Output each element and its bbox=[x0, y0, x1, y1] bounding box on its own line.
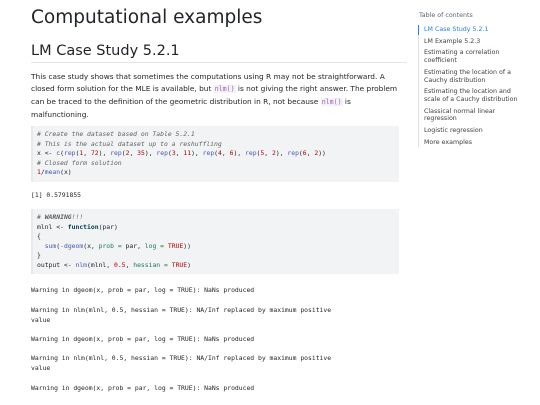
code-comment: # This is the actual dataset up to a res… bbox=[37, 139, 222, 148]
toc-item-lm-example-5-2-3[interactable]: LM Example 5.2.3 bbox=[419, 37, 528, 47]
toc-item-normal-regression[interactable]: Classical normal linear regression bbox=[419, 107, 528, 124]
section-title: LM Case Study 5.2.1 bbox=[31, 43, 180, 59]
inline-code-nlm-1: nlm() bbox=[213, 84, 236, 93]
warning-output-3: Warning in dgeom(x, prob = par, log = TR… bbox=[31, 335, 255, 343]
warning-output-4: Warning in nlm(mlnl, 0.5, hessian = TRUE… bbox=[31, 354, 332, 372]
inline-code-nlm-2: nlm() bbox=[320, 97, 343, 106]
warning-output-2: Warning in nlm(mlnl, 0.5, hessian = TRUE… bbox=[31, 306, 332, 324]
toc-list: LM Case Study 5.2.1 LM Example 5.2.3 Est… bbox=[418, 25, 528, 148]
toc-item-cauchy-location[interactable]: Estimating the location of a Cauchy dist… bbox=[419, 68, 528, 85]
output-mle: [1] 0.5791855 bbox=[31, 191, 401, 201]
intro-paragraph: This case study shows that sometimes the… bbox=[31, 71, 409, 121]
table-of-contents: Table of contents LM Case Study 5.2.1 LM… bbox=[418, 12, 528, 149]
toc-item-estimating-correlation[interactable]: Estimating a correlation coefficient bbox=[419, 48, 528, 65]
warning-output-1: Warning in dgeom(x, prob = par, log = TR… bbox=[31, 286, 255, 294]
warning-output-5: Warning in dgeom(x, prob = par, log = TR… bbox=[31, 384, 255, 392]
warning-comment: WARNING bbox=[44, 213, 72, 221]
toc-item-logistic-regression[interactable]: Logistic regression bbox=[419, 126, 528, 136]
code-block-nlm[interactable]: # WARNING!!! mlnl <- function(par) { sum… bbox=[31, 209, 399, 274]
code-comment: # Create the dataset based on Table 5.2.… bbox=[37, 130, 195, 138]
code-comment: # Closed form solution bbox=[37, 158, 122, 167]
code-block-dataset[interactable]: # Create the dataset based on Table 5.2.… bbox=[31, 126, 399, 182]
toc-item-cauchy-location-scale[interactable]: Estimating the location and scale of a C… bbox=[419, 87, 528, 104]
toc-title: Table of contents bbox=[419, 12, 473, 19]
page-title: Computational examples bbox=[31, 7, 263, 28]
toc-item-lm-case-study-5-2-1[interactable]: LM Case Study 5.2.1 bbox=[418, 25, 528, 35]
toc-item-more-examples[interactable]: More examples bbox=[419, 138, 528, 148]
output-text: [1] 0.5791855 bbox=[31, 191, 82, 199]
section-divider bbox=[31, 62, 407, 63]
